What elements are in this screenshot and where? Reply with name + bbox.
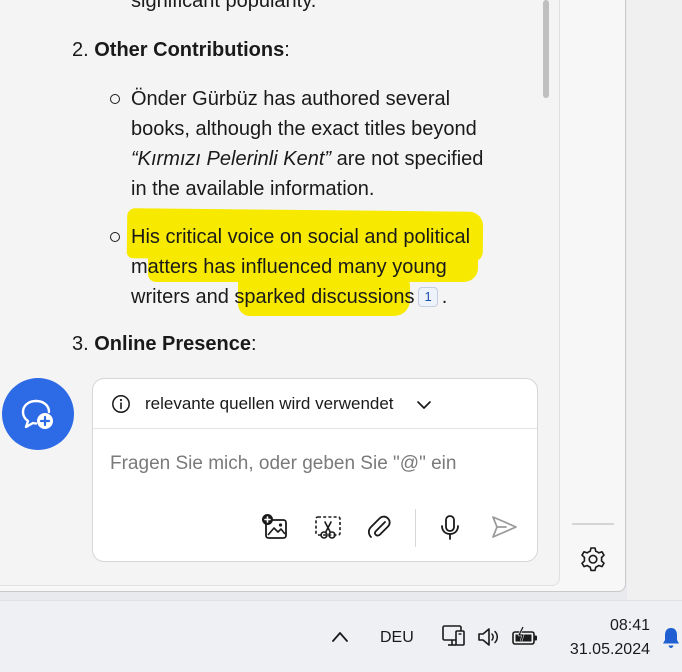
- info-icon: [112, 395, 130, 413]
- bullet-text-line: writers and sparked discussions 1.: [131, 282, 447, 312]
- list-number: 3.: [72, 333, 89, 355]
- citation-badge[interactable]: 1: [418, 286, 438, 307]
- side-panel: [627, 0, 682, 600]
- list-number: 2.: [72, 39, 89, 61]
- chevron-up-icon[interactable]: [330, 629, 350, 645]
- bullet-text-end: .: [441, 286, 448, 308]
- bullet-text-rest: are not specified: [331, 148, 484, 170]
- language-indicator[interactable]: DEU: [380, 629, 414, 647]
- bullet-text-line: books, although the exact titles beyond: [131, 118, 477, 140]
- bullet-marker: [110, 94, 120, 104]
- add-image-button[interactable]: [259, 511, 291, 543]
- prompt-input[interactable]: [110, 453, 520, 475]
- battery-charging-icon[interactable]: [510, 625, 540, 649]
- chat-response-area: significant popularity. 2. Other Contrib…: [0, 0, 560, 586]
- network-icon[interactable]: [440, 623, 468, 651]
- list-item-heading: 3. Online Presence:: [72, 329, 257, 359]
- attach-button[interactable]: [363, 511, 395, 543]
- settings-button[interactable]: [578, 544, 608, 574]
- list-title: Online Presence: [94, 333, 251, 355]
- volume-icon[interactable]: [476, 625, 502, 649]
- screen-capture-icon: [315, 516, 341, 539]
- bullet-text-line: in the available information.: [131, 178, 375, 200]
- send-button[interactable]: [488, 511, 520, 543]
- send-icon: [492, 516, 517, 538]
- scrollbar-thumb[interactable]: [543, 0, 549, 98]
- chevron-down-icon: [417, 401, 431, 409]
- bullet-text-line: Önder Gürbüz has authored several: [131, 88, 451, 110]
- list-suffix: :: [251, 333, 257, 355]
- bullet-text-part: writers and sparked discussions: [131, 286, 415, 308]
- toolbar-divider: [415, 509, 416, 547]
- text-fragment: significant popularity.: [131, 0, 317, 12]
- panel-divider: [572, 523, 614, 525]
- new-chat-button[interactable]: [2, 378, 74, 450]
- clock-time[interactable]: 08:41: [570, 615, 650, 637]
- microphone-icon: [441, 515, 459, 540]
- bullet-marker: [110, 232, 120, 242]
- list-item-heading: 2. Other Contributions:: [72, 35, 290, 65]
- source-selector[interactable]: relevante quellen wird verwendet: [93, 379, 537, 429]
- list-suffix: :: [284, 39, 290, 61]
- notification-bell-icon[interactable]: [660, 625, 682, 651]
- source-label: relevante quellen wird verwendet: [145, 394, 394, 413]
- image-add-icon: [262, 514, 287, 539]
- bullet-text-line: matters has influenced many young: [131, 256, 447, 278]
- bullet-text-line: “Kırmızı Pelerinli Kent” are not specifi…: [131, 144, 483, 174]
- taskbar: DEU 08:41 31.05.2024: [0, 600, 682, 672]
- list-title: Other Contributions: [94, 39, 285, 61]
- screenshot-button[interactable]: [312, 511, 344, 543]
- book-title: “Kırmızı Pelerinli Kent”: [131, 148, 332, 170]
- clock-date[interactable]: 31.05.2024: [556, 639, 650, 661]
- message-composer: relevante quellen wird verwendet: [92, 378, 538, 562]
- voice-input-button[interactable]: [434, 511, 466, 543]
- gear-icon: [581, 547, 605, 572]
- chat-plus-icon: [21, 399, 53, 429]
- paperclip-icon: [367, 515, 391, 538]
- bullet-text-line: His critical voice on social and politic…: [131, 226, 471, 248]
